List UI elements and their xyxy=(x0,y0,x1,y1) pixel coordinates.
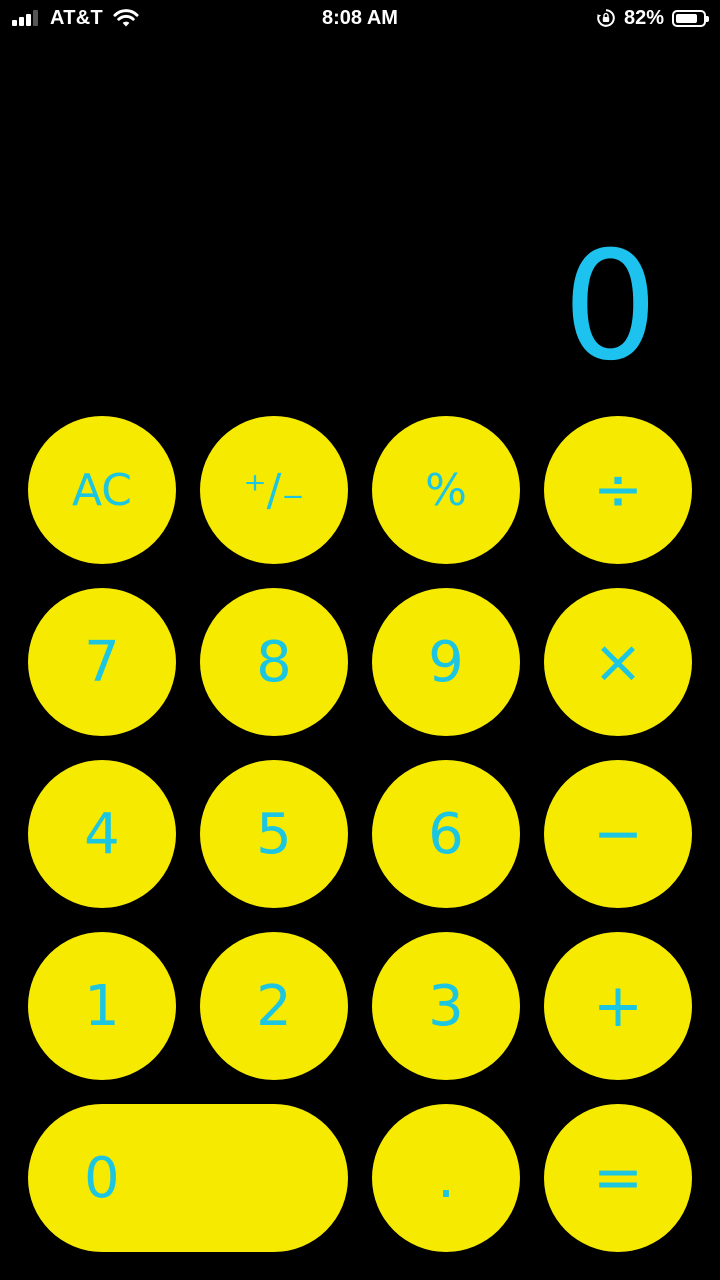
battery-percentage: 82% xyxy=(623,6,664,29)
multiply-button[interactable]: × xyxy=(544,588,692,736)
digit-2-button[interactable]: 2 xyxy=(200,932,348,1080)
digit-7-button[interactable]: 7 xyxy=(28,588,176,736)
all-clear-button[interactable]: AC xyxy=(28,416,176,564)
toggle-sign-button[interactable]: ⁺∕₋ xyxy=(200,416,348,564)
digit-1-button[interactable]: 1 xyxy=(28,932,176,1080)
digit-9-button[interactable]: 9 xyxy=(372,588,520,736)
orientation-lock-icon xyxy=(596,9,615,27)
divide-button[interactable]: ÷ xyxy=(544,416,692,564)
percent-button[interactable]: % xyxy=(372,416,520,564)
digit-4-button[interactable]: 4 xyxy=(28,760,176,908)
digit-0-button[interactable]: 0 xyxy=(28,1104,348,1252)
battery-icon xyxy=(672,9,709,27)
digit-6-button[interactable]: 6 xyxy=(372,760,520,908)
status-bar: AT&T 8:08 AM 82% xyxy=(0,0,720,38)
digit-5-button[interactable]: 5 xyxy=(200,760,348,908)
digit-8-button[interactable]: 8 xyxy=(200,588,348,736)
add-button[interactable]: + xyxy=(544,932,692,1080)
subtract-button[interactable]: − xyxy=(544,760,692,908)
result-display: 0 xyxy=(562,220,658,394)
status-right: 82% xyxy=(596,6,709,30)
decimal-point-button[interactable]: . xyxy=(372,1104,520,1252)
equals-button[interactable]: = xyxy=(544,1104,692,1252)
battery-fill xyxy=(676,13,698,23)
keypad: AC ⁺∕₋ % ÷ 7 8 9 × 4 5 6 − 1 2 3 + 0 . = xyxy=(28,416,692,1252)
digit-3-button[interactable]: 3 xyxy=(372,932,520,1080)
